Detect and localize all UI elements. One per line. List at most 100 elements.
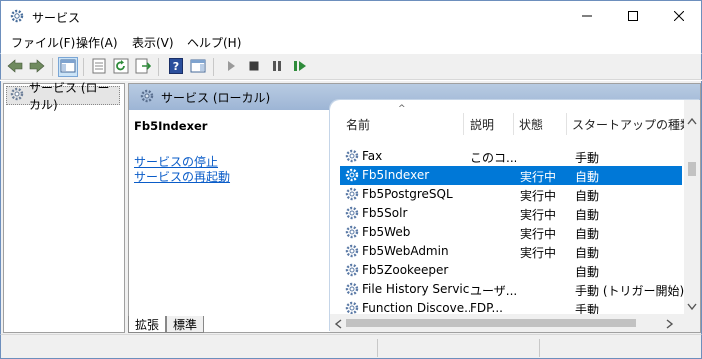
start-service-button[interactable] <box>221 57 241 77</box>
status-bar <box>0 334 702 359</box>
service-gear-icon <box>344 224 360 240</box>
tree-item-label: サービス (ローカル) <box>29 80 110 112</box>
service-row[interactable]: File History Service ユーザ... 手動 (トリガー開始) <box>340 280 685 299</box>
pause-icon <box>271 60 283 75</box>
menu-help[interactable]: ヘルプ(H) <box>187 34 241 51</box>
gear-icon <box>9 86 25 105</box>
menu-bar: ファイル(F) 操作(A) 表示(V) ヘルプ(H) <box>0 31 702 53</box>
column-header-description[interactable]: 説明 <box>470 116 494 133</box>
maximize-icon <box>628 10 638 24</box>
service-row[interactable]: Fb5WebAdmin 実行中 自動 <box>340 242 682 261</box>
service-name: Fb5Zookeeper <box>362 263 449 277</box>
service-name: Fb5Web <box>362 225 411 239</box>
column-header-name[interactable]: 名前 <box>346 116 370 133</box>
svg-text:?: ? <box>173 60 179 73</box>
services-list: ^ 名前 説明 状態 スタートアップの種類 Fax このコ... 手動 Fb5Inde… <box>330 100 700 332</box>
service-startup-type: 自動 <box>575 208 600 222</box>
service-description: ユーザ... <box>470 284 516 298</box>
service-row[interactable]: Fb5Zookeeper 自動 <box>340 261 682 280</box>
pause-service-button[interactable] <box>267 57 287 77</box>
column-header-status[interactable]: 状態 <box>519 116 543 133</box>
stop-icon <box>248 60 260 75</box>
tree-item-services-local[interactable]: サービス (ローカル) <box>6 81 120 112</box>
service-name: Fax <box>362 149 383 163</box>
minimize-button[interactable] <box>564 1 610 32</box>
service-gear-icon <box>344 148 360 164</box>
show-action-pane-icon <box>190 59 206 76</box>
service-name: Function Discove... <box>362 301 470 315</box>
service-row[interactable]: Fb5Web 実行中 自動 <box>340 223 682 242</box>
restart-icon <box>293 60 307 75</box>
forward-icon <box>29 58 45 76</box>
close-button[interactable] <box>656 1 702 32</box>
forward-button[interactable] <box>27 57 47 77</box>
tab-extended[interactable]: 拡張 <box>128 316 167 333</box>
service-name: Fb5PostgreSQL <box>362 187 453 201</box>
service-gear-icon <box>344 186 360 202</box>
pane-header-title: サービス (ローカル) <box>161 90 271 105</box>
service-startup-type: 自動 <box>575 246 600 260</box>
service-gear-icon <box>344 243 360 259</box>
window-title: サービス <box>32 11 81 25</box>
scroll-down-icon[interactable] <box>687 300 697 314</box>
selected-service-name: Fb5Indexer <box>134 119 208 133</box>
refresh-icon <box>113 58 129 77</box>
vertical-scrollbar[interactable] <box>684 100 700 314</box>
restart-service-link[interactable]: サービスの再起動 <box>134 168 230 185</box>
service-name: Fb5Solr <box>362 206 408 220</box>
scroll-up-icon[interactable] <box>687 114 697 128</box>
menu-view[interactable]: 表示(V) <box>132 34 174 51</box>
toolbar: ? <box>0 53 702 80</box>
service-startup-type: 手動 <box>575 151 600 165</box>
service-startup-type: 自動 <box>575 170 600 184</box>
service-row[interactable]: Fb5Indexer 実行中 自動 <box>340 166 682 185</box>
service-startup-type: 自動 <box>575 189 600 203</box>
service-gear-icon <box>344 281 360 297</box>
show-console-tree-icon <box>60 59 76 76</box>
service-description: FDP... <box>470 301 503 315</box>
help-icon: ? <box>169 57 183 77</box>
export-list-button[interactable] <box>133 57 153 77</box>
play-icon <box>226 60 236 75</box>
minimize-icon <box>582 10 592 24</box>
properties-icon <box>92 58 106 77</box>
maximize-button[interactable] <box>610 1 656 32</box>
menu-action[interactable]: 操作(A) <box>76 34 118 51</box>
service-row[interactable]: Fb5Solr 実行中 自動 <box>340 204 682 223</box>
sort-ascending-icon: ^ <box>398 104 406 114</box>
service-status: 実行中 <box>520 170 557 184</box>
export-list-icon <box>135 58 152 77</box>
help-button[interactable]: ? <box>166 57 186 77</box>
column-header-startup-type[interactable]: スタートアップの種類 <box>572 116 692 133</box>
back-button[interactable] <box>5 57 25 77</box>
properties-button[interactable] <box>89 57 109 77</box>
title-bar: サービス <box>0 0 702 31</box>
scrollbar-thumb[interactable] <box>688 162 696 176</box>
restart-service-button[interactable] <box>290 57 310 77</box>
console-tree: サービス (ローカル) <box>3 81 125 333</box>
menu-file[interactable]: ファイル(F) <box>11 34 75 51</box>
service-gear-icon <box>344 262 360 278</box>
service-startup-type: 手動 (トリガー開始) <box>575 284 685 298</box>
service-status: 実行中 <box>520 189 557 203</box>
view-tabs: 拡張 標準 <box>0 314 702 334</box>
service-description: このコ... <box>470 151 516 165</box>
back-icon <box>7 58 23 76</box>
refresh-button[interactable] <box>111 57 131 77</box>
service-row[interactable]: Fb5PostgreSQL 実行中 自動 <box>340 185 682 204</box>
service-name: Fb5Indexer <box>362 168 430 182</box>
service-startup-type: 自動 <box>575 227 600 241</box>
service-status: 実行中 <box>520 246 557 260</box>
service-row[interactable]: Fax このコ... 手動 <box>340 147 682 166</box>
service-status: 実行中 <box>520 208 557 222</box>
stop-service-button[interactable] <box>244 57 264 77</box>
show-console-tree-button[interactable] <box>58 57 78 77</box>
gear-icon <box>9 8 25 24</box>
show-action-pane-button[interactable] <box>188 57 208 77</box>
gear-icon <box>139 88 155 107</box>
services-pane: サービス (ローカル) Fb5Indexer サービスの停止 サービスの再起動 … <box>128 83 701 333</box>
service-name: Fb5WebAdmin <box>362 244 449 258</box>
service-gear-icon <box>344 167 360 183</box>
service-status: 実行中 <box>520 227 557 241</box>
tab-standard[interactable]: 標準 <box>166 316 205 333</box>
